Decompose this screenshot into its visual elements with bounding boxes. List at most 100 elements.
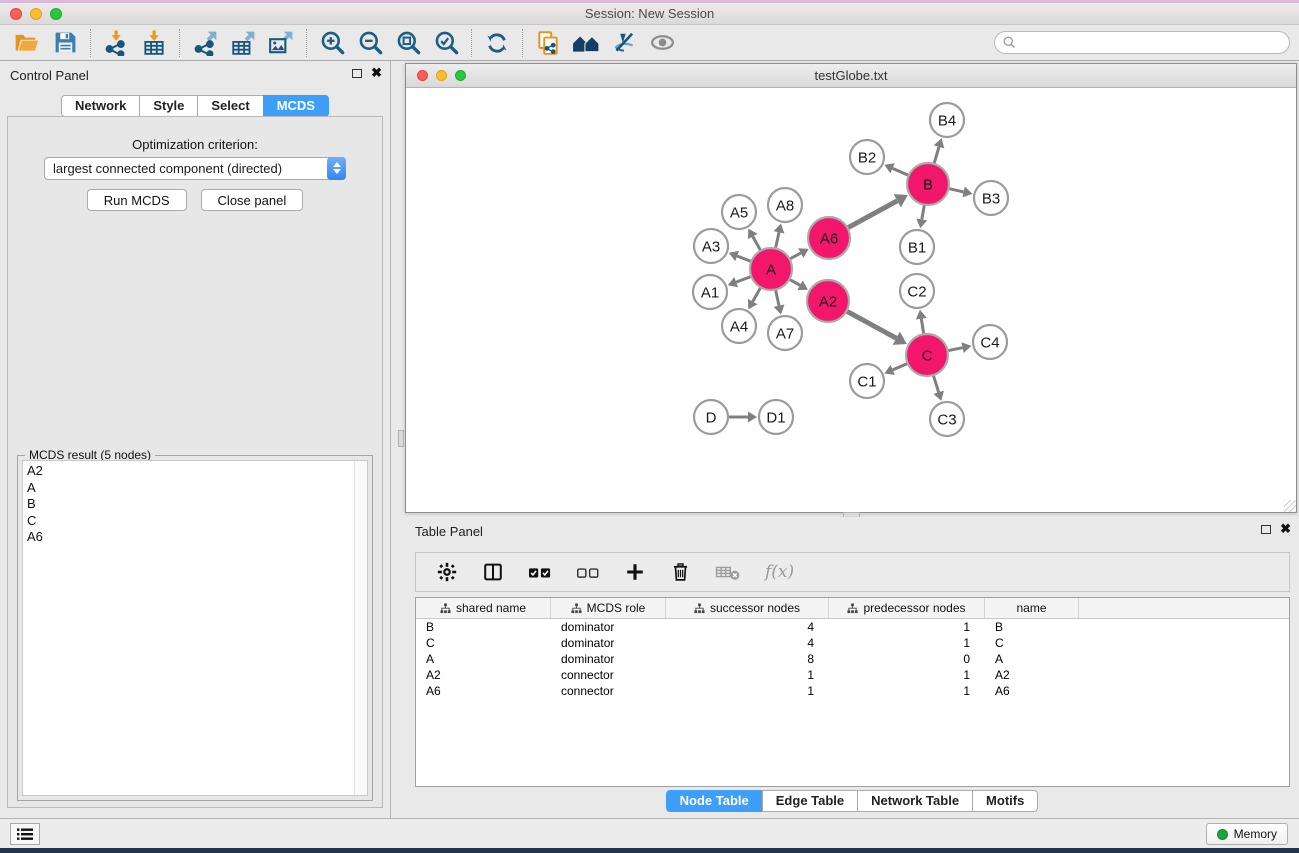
column-header-name[interactable]: name xyxy=(985,598,1079,618)
zoom-selected-icon xyxy=(433,29,460,56)
graph-edge-B-B2[interactable] xyxy=(893,168,910,176)
deselect-all-checkboxes-icon xyxy=(576,561,600,583)
open-session-button[interactable] xyxy=(8,27,46,59)
graph-edge-B-B4[interactable] xyxy=(934,147,939,165)
memory-status-dot xyxy=(1217,829,1228,840)
zoom-in-button[interactable] xyxy=(313,27,351,59)
tab-mcds[interactable]: MCDS xyxy=(263,95,329,117)
optimization-select[interactable]: largest connected component (directed) xyxy=(44,157,346,180)
result-item[interactable]: A xyxy=(27,480,354,497)
show-graphics-details-button[interactable] xyxy=(643,27,681,59)
graph-edge-A-A8[interactable] xyxy=(775,232,779,249)
network-canvas[interactable]: AA1A2A3A4A5A6A7A8BB1B2B3B4CC1C2C3C4DD1 xyxy=(406,88,1296,512)
split-panel-button[interactable] xyxy=(482,561,504,583)
control-panel: Control Panel ✖ NetworkStyleSelectMCDS O… xyxy=(0,61,391,818)
graph-node-label: C2 xyxy=(907,283,926,300)
mcds-result-groupbox: MCDS result (5 nodes) A2ABCA6 xyxy=(17,455,373,801)
home-layout-button[interactable] xyxy=(567,27,605,59)
graph-edge-A-A5[interactable] xyxy=(753,236,762,251)
graph-edge-B-B1[interactable] xyxy=(922,204,925,220)
result-item[interactable]: B xyxy=(27,496,354,513)
column-header-shared-name[interactable]: shared name xyxy=(416,598,551,618)
graph-edge-A6-B[interactable] xyxy=(847,201,898,229)
column-header-predecessor-nodes[interactable]: predecessor nodes xyxy=(829,598,985,618)
graph-edge-A-A3[interactable] xyxy=(737,256,752,262)
mcds-tab-content: Optimization criterion: largest connecte… xyxy=(7,116,383,808)
graph-node-label: A2 xyxy=(819,293,837,310)
tab-network[interactable]: Network xyxy=(61,95,140,117)
table-cell: 1 xyxy=(829,683,985,699)
close-panel-button[interactable]: Close panel xyxy=(201,189,304,211)
graph-edge-C-C2[interactable] xyxy=(921,319,924,336)
export-image-button[interactable] xyxy=(262,27,300,59)
graph-edge-C-C3[interactable] xyxy=(933,374,939,392)
result-item[interactable]: A2 xyxy=(27,463,354,480)
column-header-label: successor nodes xyxy=(710,601,800,615)
tab-motifs[interactable]: Motifs xyxy=(972,790,1038,812)
tab-edge-table[interactable]: Edge Table xyxy=(762,790,858,812)
result-item[interactable]: C xyxy=(27,513,354,530)
export-image-icon xyxy=(268,30,294,56)
table-cell: connector xyxy=(551,683,666,699)
column-header-successor-nodes[interactable]: successor nodes xyxy=(666,598,829,618)
run-mcds-button[interactable]: Run MCDS xyxy=(87,189,187,211)
table-cell: B xyxy=(985,619,1079,635)
memory-button[interactable]: Memory xyxy=(1206,823,1288,845)
network-window-titlebar[interactable]: testGlobe.txt xyxy=(406,64,1296,88)
search-field-wrap xyxy=(994,31,1290,54)
result-item[interactable]: A6 xyxy=(27,529,354,546)
zoom-selected-button[interactable] xyxy=(427,27,465,59)
table-row[interactable]: A2connector11A2 xyxy=(416,667,1289,683)
copy-network-view-button[interactable] xyxy=(529,27,567,59)
graph-edge-A-A4[interactable] xyxy=(753,286,762,301)
delete-columns-button[interactable] xyxy=(670,561,691,583)
splitter-grip-vertical[interactable] xyxy=(398,430,404,447)
graph-node-label: B1 xyxy=(908,239,926,256)
graph-edge-C-C4[interactable] xyxy=(947,348,963,351)
window-resize-grip[interactable] xyxy=(1284,500,1296,512)
result-scrollbar[interactable] xyxy=(354,461,367,795)
function-builder-button[interactable]: f(x) xyxy=(765,562,794,582)
tab-node-table[interactable]: Node Table xyxy=(666,790,763,812)
import-table-button[interactable] xyxy=(135,27,173,59)
table-row[interactable]: A6connector11A6 xyxy=(416,683,1289,699)
export-network-button[interactable] xyxy=(186,27,224,59)
deselect-all-button[interactable] xyxy=(576,561,600,583)
column-header-MCDS-role[interactable]: MCDS role xyxy=(551,598,666,618)
graph-edge-A2-C[interactable] xyxy=(846,311,897,339)
table-row[interactable]: Cdominator41C xyxy=(416,635,1289,651)
export-table-button[interactable] xyxy=(224,27,262,59)
float-panel-icon[interactable] xyxy=(1261,525,1271,534)
add-column-button[interactable] xyxy=(624,561,646,583)
tab-network-table[interactable]: Network Table xyxy=(857,790,973,812)
save-session-button[interactable] xyxy=(46,27,84,59)
table-settings-button[interactable] xyxy=(436,561,458,583)
close-panel-icon[interactable]: ✖ xyxy=(1280,524,1291,534)
delete-table-button[interactable] xyxy=(715,561,741,583)
tab-select[interactable]: Select xyxy=(197,95,263,117)
import-network-button[interactable] xyxy=(97,27,135,59)
close-panel-icon[interactable]: ✖ xyxy=(371,68,382,78)
toolbar-separator xyxy=(306,29,307,57)
column-header-filler xyxy=(1079,598,1289,618)
toolbar-separator xyxy=(471,29,472,57)
zoom-out-button[interactable] xyxy=(351,27,389,59)
task-history-button[interactable] xyxy=(10,823,40,845)
graph-edge-A-A1[interactable] xyxy=(736,276,752,282)
select-all-button[interactable] xyxy=(528,561,552,583)
hide-graphics-details-button[interactable] xyxy=(605,27,643,59)
table-row[interactable]: Bdominator41B xyxy=(416,619,1289,635)
table-row[interactable]: Adominator80A xyxy=(416,651,1289,667)
graph-edge-A-A7[interactable] xyxy=(775,289,779,306)
graph-edge-C-C1[interactable] xyxy=(893,363,909,370)
search-input[interactable] xyxy=(994,31,1290,54)
attribute-type-icon xyxy=(694,603,705,614)
table-body: Bdominator41BCdominator41CAdominator80AA… xyxy=(416,619,1289,699)
graph-edge-B-B3[interactable] xyxy=(948,188,964,192)
network-view-window: testGlobe.txt AA1A2A3A4A5A6A7A8BB1B2B3B4… xyxy=(405,63,1297,513)
refresh-button[interactable] xyxy=(478,27,516,59)
float-panel-icon[interactable] xyxy=(352,69,362,78)
graph-node-label: D1 xyxy=(766,409,785,426)
tab-style[interactable]: Style xyxy=(139,95,198,117)
zoom-fit-button[interactable] xyxy=(389,27,427,59)
